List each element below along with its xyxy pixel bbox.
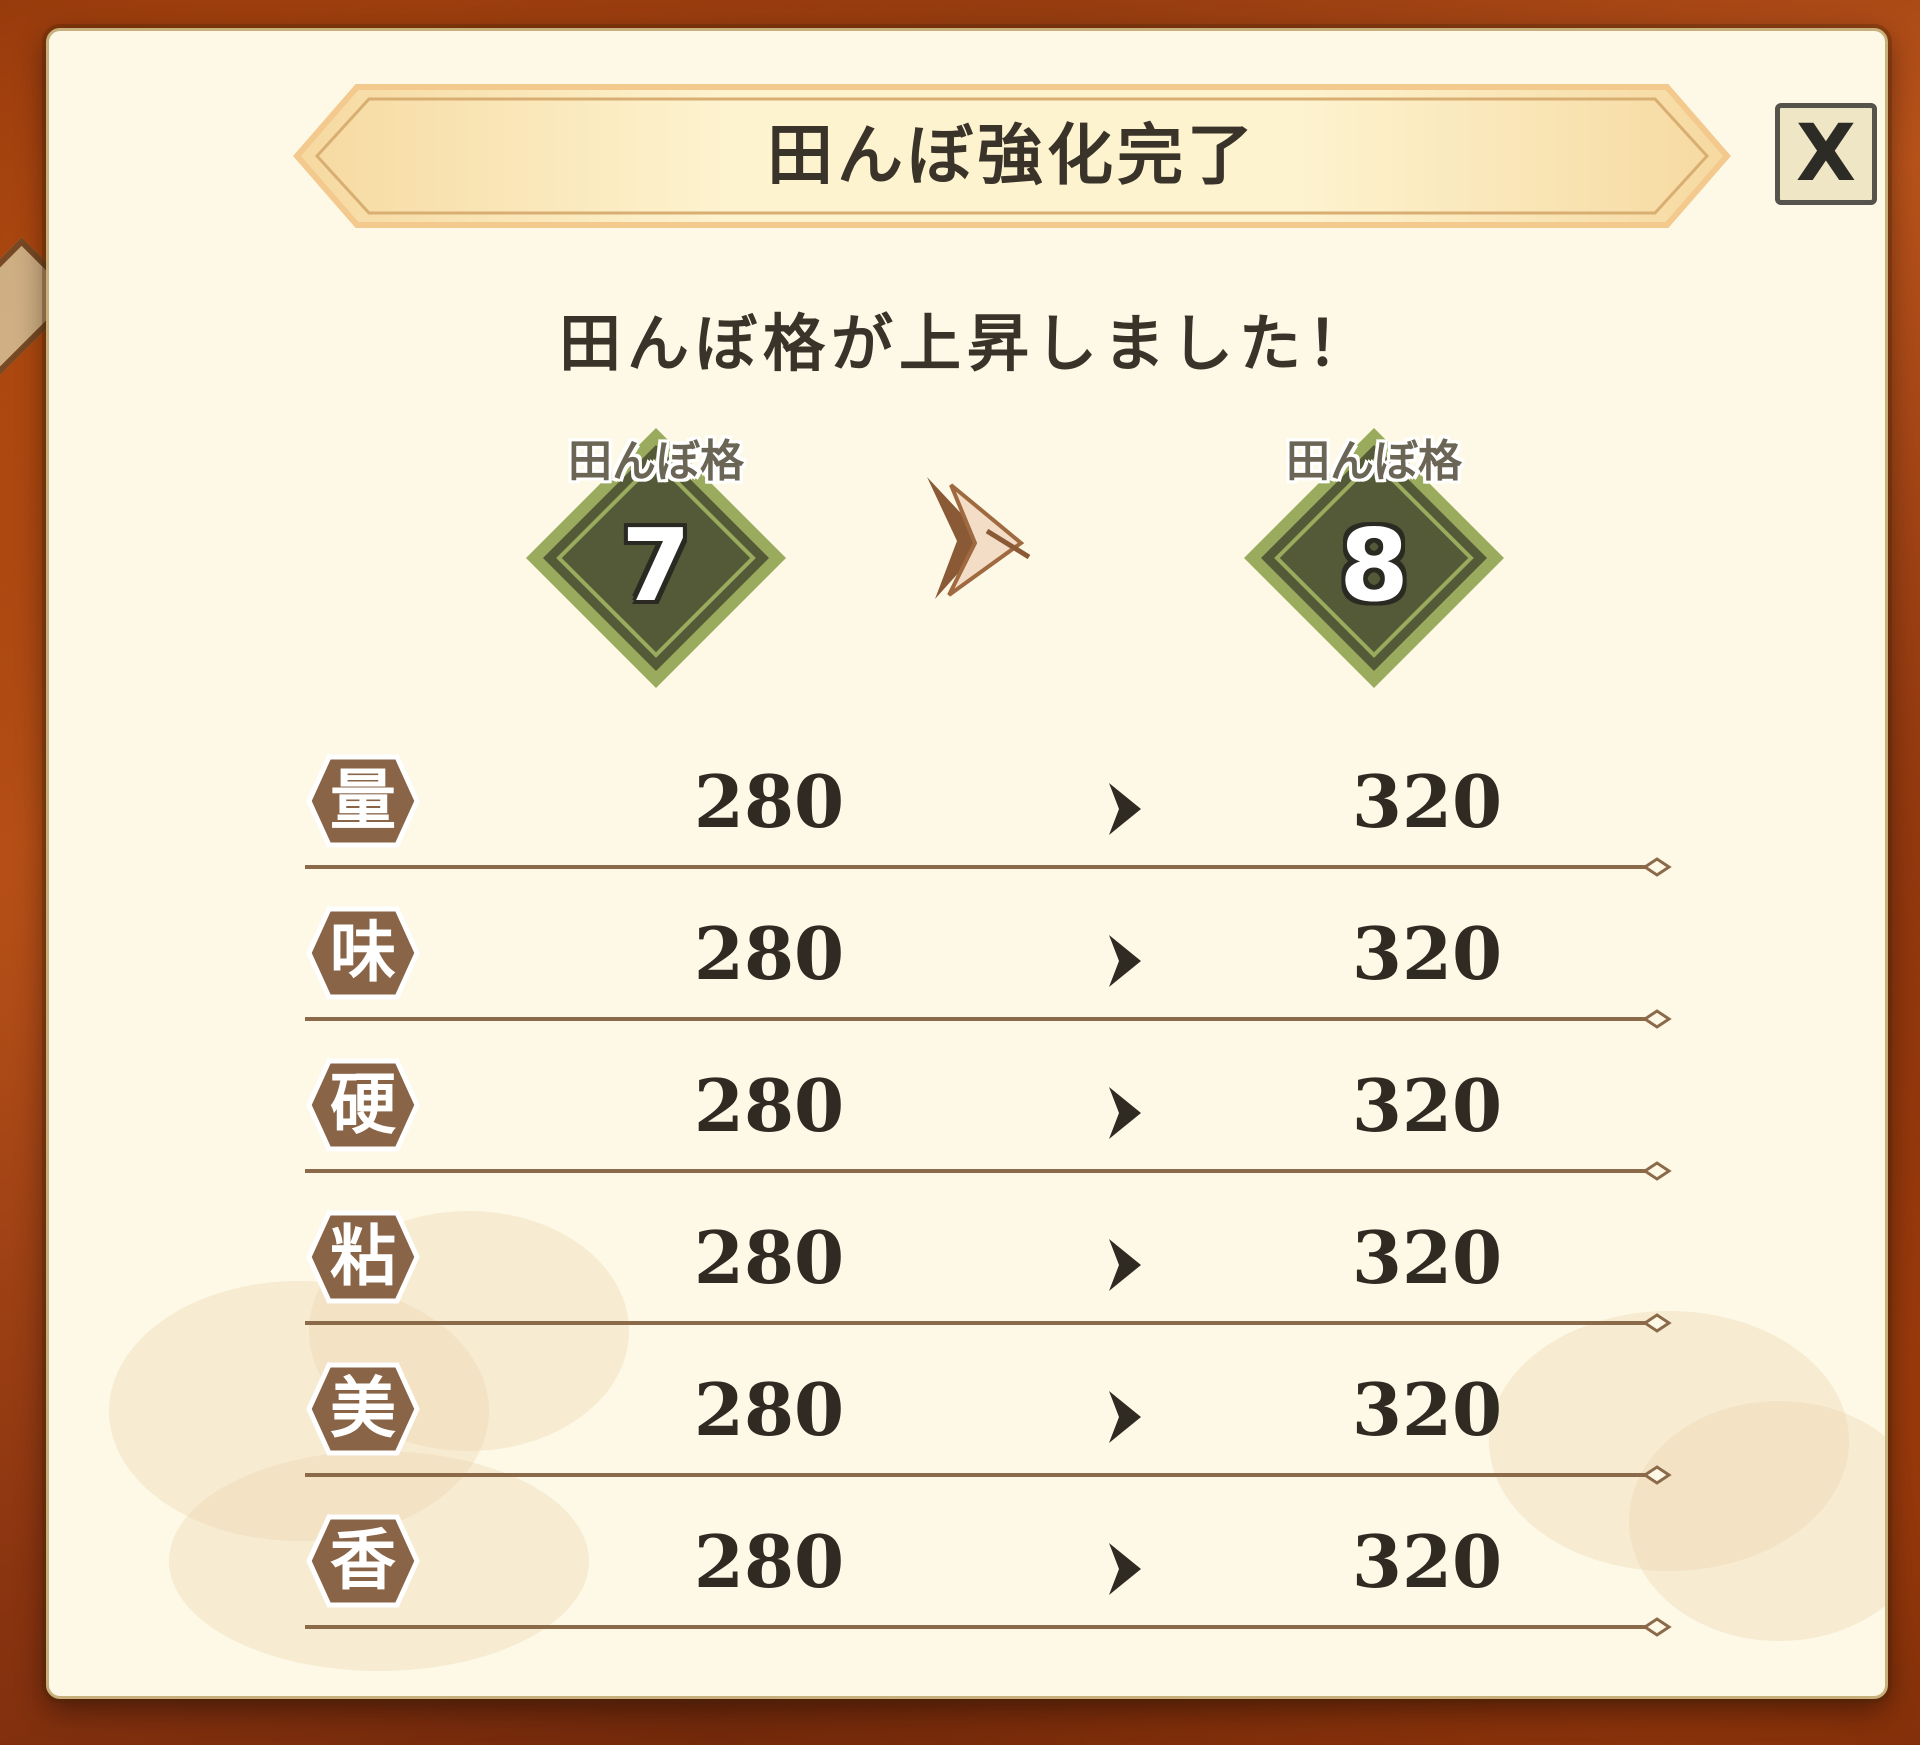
stat-icon-label: 美 <box>330 1370 396 1447</box>
dialog-title: 田んぼ強化完了 <box>767 117 1257 194</box>
stat-after-value: 320 <box>1351 911 1503 996</box>
stat-icon: 量 <box>305 753 421 849</box>
stat-before-value: 280 <box>693 1519 845 1604</box>
rank-label: 田んぼ格 <box>1286 436 1462 487</box>
chevron-right-icon <box>1109 1543 1141 1595</box>
stat-divider <box>305 1313 1672 1333</box>
stat-row: 硬 280 320 <box>305 1057 1672 1181</box>
stat-divider <box>305 1465 1672 1485</box>
stat-divider <box>305 1009 1672 1029</box>
chevron-right-icon <box>1109 783 1141 835</box>
rank-badge-before: 田んぼ格 7 <box>521 423 791 693</box>
stat-icon-label: 硬 <box>330 1066 396 1143</box>
stat-before-value: 280 <box>693 1367 845 1452</box>
stat-icon: 香 <box>305 1513 421 1609</box>
rank-label: 田んぼ格 <box>568 436 744 487</box>
stat-divider <box>305 1161 1672 1181</box>
stat-after-value: 320 <box>1351 1367 1503 1452</box>
stat-before-value: 280 <box>693 1063 845 1148</box>
stat-icon: 硬 <box>305 1057 421 1153</box>
rank-value-after: 8 <box>1339 507 1409 624</box>
chevron-right-icon <box>1109 935 1141 987</box>
stat-row: 粘 280 320 <box>305 1209 1672 1333</box>
stat-icon-label: 量 <box>330 762 396 839</box>
stat-after-value: 320 <box>1351 1063 1503 1148</box>
rank-value-before: 7 <box>621 507 691 624</box>
stat-icon: 味 <box>305 905 421 1001</box>
rank-badge-after: 田んぼ格 8 <box>1239 423 1509 693</box>
stat-after-value: 320 <box>1351 1215 1503 1300</box>
stat-icon: 美 <box>305 1361 421 1457</box>
stat-divider <box>305 1617 1672 1637</box>
stat-after-value: 320 <box>1351 759 1503 844</box>
stat-icon-label: 香 <box>330 1522 396 1599</box>
close-icon: X <box>1795 109 1857 199</box>
upgrade-complete-dialog: 田んぼ強化完了 X 田んぼ格が上昇しました！ 田んぼ格 7 田んぼ格 8 量 2… <box>46 28 1888 1699</box>
stat-divider <box>305 857 1672 877</box>
stat-row: 味 280 320 <box>305 905 1672 1029</box>
stat-row: 量 280 320 <box>305 753 1672 877</box>
chevron-right-icon <box>1109 1239 1141 1291</box>
stat-icon-label: 味 <box>330 914 396 991</box>
chevron-right-icon <box>1109 1087 1141 1139</box>
stat-before-value: 280 <box>693 759 845 844</box>
rank-up-message: 田んぼ格が上昇しました！ <box>558 307 1375 380</box>
rank-up-arrow-icon <box>927 477 1031 599</box>
close-button[interactable]: X <box>1775 103 1877 205</box>
stat-before-value: 280 <box>693 1215 845 1300</box>
stat-row: 美 280 320 <box>305 1361 1672 1485</box>
stat-after-value: 320 <box>1351 1519 1503 1604</box>
stat-row: 香 280 320 <box>305 1513 1672 1637</box>
stat-before-value: 280 <box>693 911 845 996</box>
title-banner: 田んぼ強化完了 <box>277 81 1747 231</box>
chevron-right-icon <box>1109 1391 1141 1443</box>
stat-icon: 粘 <box>305 1209 421 1305</box>
stat-icon-label: 粘 <box>330 1218 396 1295</box>
